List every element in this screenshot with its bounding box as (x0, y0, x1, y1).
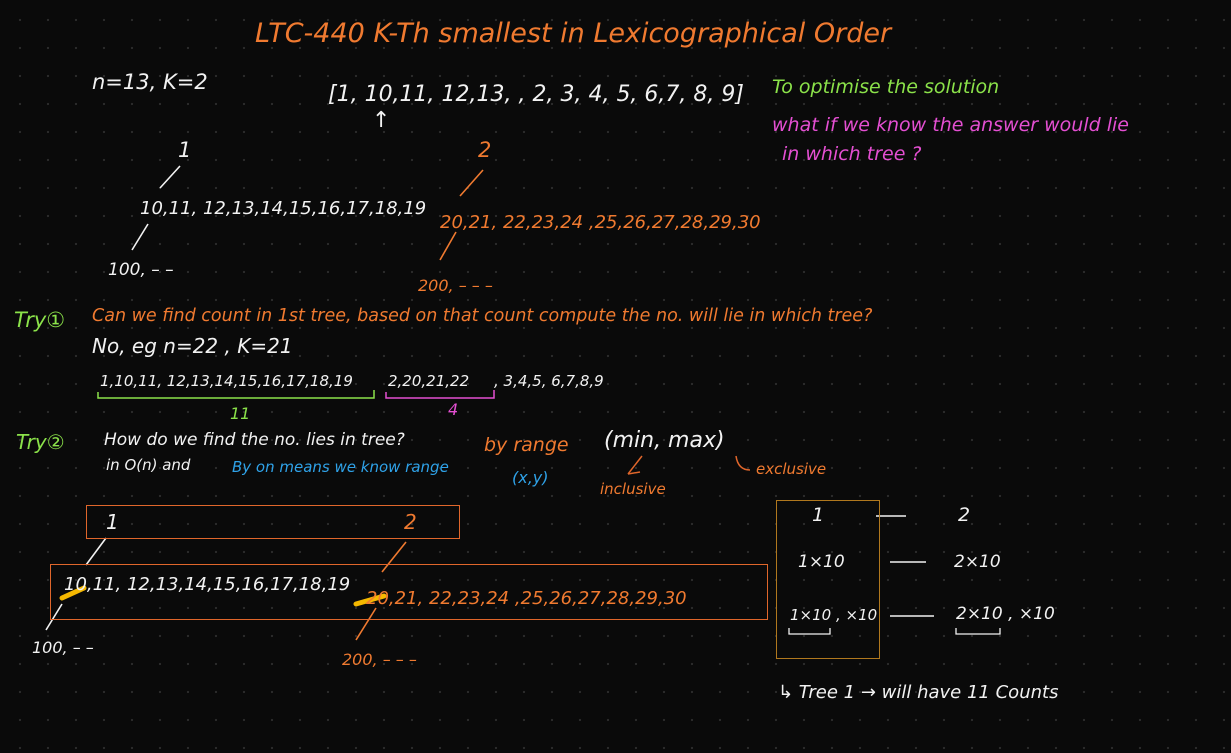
try2-label: Try② (16, 430, 65, 454)
try2-line-2-blue: By on means we know range (232, 458, 449, 476)
note-line-3: in which tree ? (782, 143, 922, 165)
try1-seq-pink: 2,20,21,22 (388, 372, 470, 390)
range-table-footer: ↳ Tree 1 → will have 11 Counts (778, 682, 1059, 703)
bottom-root-1: 1 (106, 510, 119, 534)
range-row-1-left: 1 (812, 504, 825, 526)
try2-line-1: How do we find the no. lies in tree? (104, 430, 405, 450)
try2-xy: (x,y) (512, 468, 549, 487)
try1-count-pink: 4 (448, 400, 459, 419)
try2-inclusive: inclusive (600, 480, 666, 498)
range-table-box (776, 500, 880, 659)
bottom-grand-2: 200, – – – (342, 650, 417, 669)
bottom-grand-1: 100, – – (32, 638, 94, 657)
top-grand-2: 200, – – – (418, 276, 493, 295)
top-children-1: 10,11, 12,13,14,15,16,17,18,19 (140, 198, 427, 219)
try2-line-2: in O(n) and (106, 456, 191, 474)
range-row-2-left: 1×10 (798, 552, 845, 572)
try1-seq-rest: , 3,4,5, 6,7,8,9 (494, 372, 604, 390)
bottom-root-2: 2 (404, 510, 417, 534)
top-root-1: 1 (178, 138, 192, 162)
try1-answer: No, eg n=22 , K=21 (92, 334, 293, 358)
bottom-children-2: 20,21, 22,23,24 ,25,26,27,28,29,30 (366, 588, 687, 609)
try2-min-max: (min, max) (604, 428, 725, 453)
pointer-arrow: ↑ (372, 108, 391, 133)
note-line-2: what if we know the answer would lie (772, 114, 1129, 136)
example-sorted-list: [1, 10,11, 12,13, , 2, 3, 4, 5, 6,7, 8, … (328, 82, 744, 107)
try2-exclusive: exclusive (756, 460, 827, 478)
note-line-1: To optimise the solution (772, 76, 1000, 98)
try1-seq-green: 1,10,11, 12,13,14,15,16,17,18,19 (100, 372, 353, 390)
top-children-2: 20,21, 22,23,24 ,25,26,27,28,29,30 (440, 212, 761, 233)
range-row-3-right: 2×10 , ×10 (956, 604, 1055, 624)
try1-label: Try① (14, 308, 66, 332)
range-row-1-right: 2 (958, 504, 971, 526)
range-row-2-right: 2×10 (954, 552, 1001, 572)
try1-count-green: 11 (230, 404, 251, 423)
try1-question: Can we find count in 1st tree, based on … (92, 306, 873, 326)
bottom-children-1: 10,11, 12,13,14,15,16,17,18,19 (64, 574, 351, 595)
top-root-2: 2 (478, 138, 492, 162)
page-title: LTC-440 K-Th smallest in Lexicographical… (255, 18, 892, 49)
range-row-3-left: 1×10 , ×10 (790, 606, 878, 624)
top-grand-1: 100, – – (108, 260, 174, 280)
try2-by-range: by range (484, 434, 569, 456)
example-params: n=13, K=2 (92, 70, 208, 94)
